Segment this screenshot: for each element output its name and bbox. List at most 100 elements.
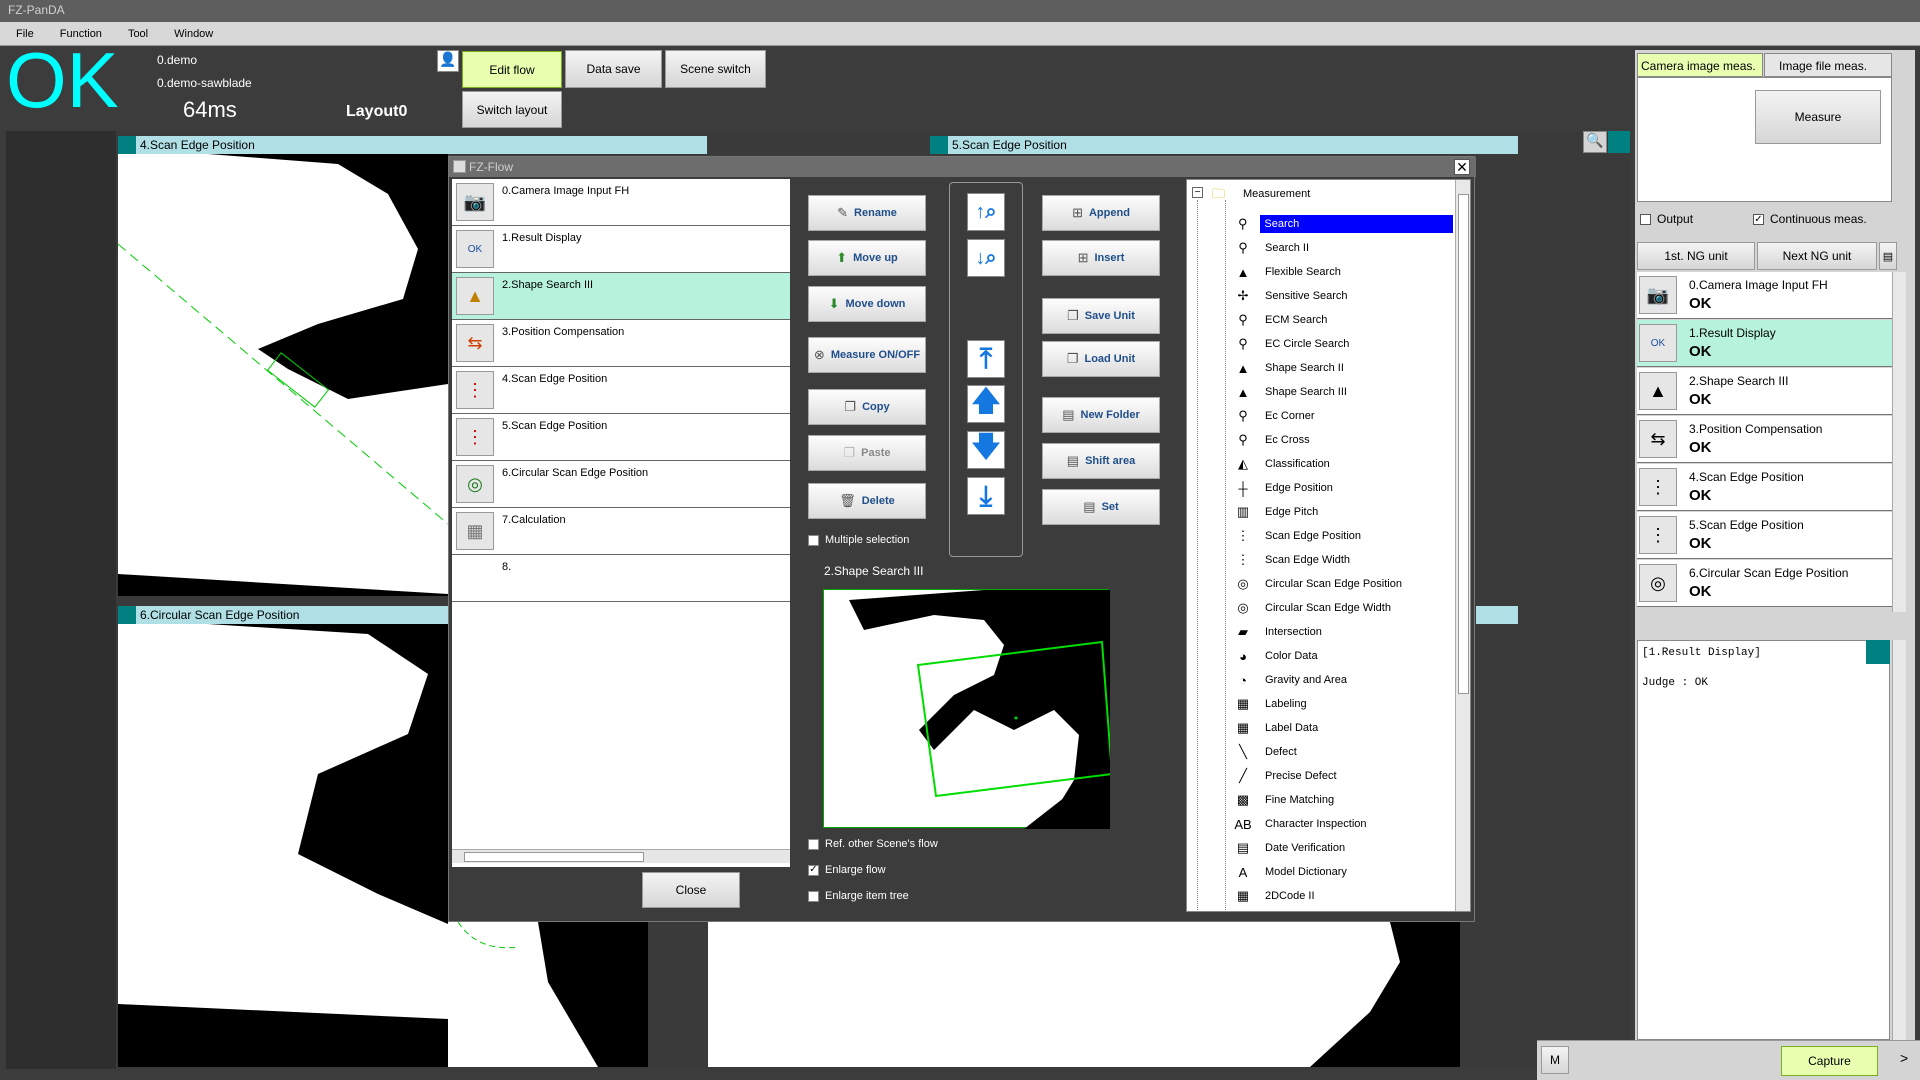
checkbox-box[interactable] [808,838,819,850]
tree-item[interactable]: ▲ Shape Search III [1233,381,1453,403]
tree-item[interactable]: ◎ Circular Scan Edge Position [1233,573,1453,595]
flow-item[interactable]: ⇆ 3.Position Compensation [452,320,790,367]
copy-button[interactable]: ❐ Copy [808,389,926,425]
edit-flow-button[interactable]: Edit flow [462,51,562,88]
detail-scrollbar[interactable] [1892,640,1906,1040]
arrow-down-icon[interactable]: 🡇 [967,431,1005,469]
unit-result-row[interactable]: OK 1.Result Display OK [1637,320,1892,367]
measure-button[interactable]: Measure [1755,90,1881,144]
next-ng-button[interactable]: Next NG unit [1757,242,1877,270]
checkbox-box[interactable] [808,534,819,546]
flow-item[interactable]: 📷 0.Camera Image Input FH [452,179,790,226]
new-folder-button[interactable]: ▤ New Folder [1042,397,1160,433]
switch-layout-button[interactable]: Switch layout [462,91,562,128]
tree-item[interactable]: ▩ Fine Matching [1233,789,1453,811]
tree-item[interactable]: ✢ Sensitive Search [1233,285,1453,307]
tree-item[interactable]: ◎ Circular Scan Edge Width [1233,597,1453,619]
output-checkbox[interactable]: Output [1640,212,1693,226]
tree-item[interactable]: ▲ Flexible Search [1233,261,1453,283]
flow-item[interactable]: OK 1.Result Display [452,226,790,273]
tree-item[interactable]: ⚲ Search II [1233,237,1453,259]
unit-result-row[interactable]: ⋮ 5.Scan Edge Position OK [1637,512,1892,559]
flow-list[interactable]: 📷 0.Camera Image Input FH OK 1.Result Disp… [452,179,790,867]
tree-item[interactable]: ▲ Shape Search II [1233,357,1453,379]
unit-result-row[interactable]: ◎ 6.Circular Scan Edge Position OK [1637,560,1892,607]
unit-result-row[interactable]: ▲ 2.Shape Search III OK [1637,368,1892,415]
tab-file-measure[interactable]: Image file meas. [1764,53,1892,77]
image-panel-scan-edge-4[interactable] [118,154,448,596]
tree-scrollbar[interactable] [1455,180,1470,911]
tree-item[interactable]: ╲ Defect [1233,741,1453,763]
arrow-up-icon[interactable]: 🡅 [967,385,1005,423]
append-button[interactable]: ⊞ Append [1042,195,1160,231]
flow-item[interactable]: ▦ 7.Calculation [452,508,790,555]
tree-item[interactable]: ▦ Label Data [1233,717,1453,739]
checkbox-box[interactable] [808,890,819,902]
tab-camera-measure[interactable]: Camera image meas. [1637,53,1763,77]
move-top-icon[interactable]: ⤒ [967,340,1005,378]
menu-tool[interactable]: Tool [112,22,158,40]
set-button[interactable]: ▤ Set [1042,489,1160,525]
tree-item[interactable]: ⋮ Scan Edge Width [1233,549,1453,571]
checkbox-box-checked[interactable]: ✓ [1753,213,1764,225]
m-button[interactable]: M [1541,1046,1569,1074]
tree-item[interactable]: AB Character Inspection [1233,813,1453,835]
flow-item[interactable]: ⋮ 4.Scan Edge Position [452,367,790,414]
preview-image[interactable] [823,589,1114,829]
tree-item[interactable]: ⚲ Ec Cross [1233,429,1453,451]
delete-button[interactable]: 🗑 Delete [808,483,926,519]
tree-item[interactable]: ▤ Date Verification [1233,837,1453,859]
image-panel-circular-scan[interactable] [118,624,448,1067]
tree-item[interactable]: ▦ Labeling [1233,693,1453,715]
move-bottom-icon[interactable]: ⤓ [967,477,1005,515]
paste-button[interactable]: ❐ Paste [808,435,926,471]
collapse-icon[interactable]: − [1192,187,1203,198]
tree-item[interactable]: ⚲ ECM Search [1233,309,1453,331]
tree-item[interactable]: ⋮ Scan Edge Position [1233,525,1453,547]
save-unit-button[interactable]: ❐ Save Unit [1042,298,1160,334]
shift-area-button[interactable]: ▤ Shift area [1042,443,1160,479]
flow-item-empty[interactable]: 8. [452,555,790,602]
checkbox-box[interactable] [1640,213,1651,225]
tree-item[interactable]: ⚲ Ec Corner [1233,405,1453,427]
flow-item[interactable]: ◎ 6.Circular Scan Edge Position [452,461,790,508]
tree-item[interactable]: ▥ Edge Pitch [1233,501,1453,523]
tree-item[interactable]: ◕ Color Data [1233,645,1453,667]
unit-list-scrollbar[interactable] [1892,272,1906,612]
continuous-measure-checkbox[interactable]: ✓ Continuous meas. [1753,212,1867,226]
multiple-selection-checkbox[interactable]: Multiple selection [808,534,909,546]
tree-item[interactable]: ▦ 2DCode II [1233,885,1453,907]
tree-item[interactable]: ╱ Precise Defect [1233,765,1453,787]
checkbox-box-checked[interactable]: ✓ [808,864,819,876]
move-up-search-icon[interactable]: ↑⌕ [967,193,1005,231]
tree-item[interactable]: ◔ Gravity and Area [1233,669,1453,691]
settings-icon[interactable]: ▤ [1879,242,1897,270]
tree-item[interactable]: ⚲ Search [1233,213,1453,235]
move-up-button[interactable]: ⬆ Move up [808,240,926,276]
unit-result-row[interactable]: 📷 0.Camera Image Input FH OK [1637,272,1892,319]
user-icon[interactable]: 👤 [437,50,459,72]
capture-button[interactable]: Capture [1781,1046,1878,1076]
scrollbar-thumb[interactable] [464,852,644,862]
unit-result-row[interactable]: ⋮ 4.Scan Edge Position OK [1637,464,1892,511]
ref-other-scene-checkbox[interactable]: Ref. other Scene's flow [808,838,938,850]
image-panel-scan-edge-5[interactable] [930,922,1460,1067]
data-save-button[interactable]: Data save [565,50,662,88]
insert-button[interactable]: ⊞ Insert [1042,240,1160,276]
tree-item[interactable]: ◭ Classification [1233,453,1453,475]
close-button[interactable]: Close [642,872,740,908]
enlarge-item-tree-checkbox[interactable]: Enlarge item tree [808,890,909,902]
tree-item[interactable]: ▰ Intersection [1233,621,1453,643]
first-ng-button[interactable]: 1st. NG unit [1637,242,1755,270]
load-unit-button[interactable]: ❐ Load Unit [1042,341,1160,377]
unit-result-row[interactable]: ⇆ 3.Position Compensation OK [1637,416,1892,463]
menu-window[interactable]: Window [158,22,223,40]
expand-icon[interactable]: > [1900,1050,1908,1066]
move-down-search-icon[interactable]: ↓⌕ [967,239,1005,277]
horizontal-scrollbar[interactable] [452,849,790,863]
tree-item[interactable]: A Model Dictionary [1233,861,1453,883]
scene-switch-button[interactable]: Scene switch [665,50,766,88]
rename-button[interactable]: ✎ Rename [808,195,926,231]
item-tree[interactable]: − 🗀 Measurement ⚲ Search ⚲ Search II ▲ Flexib… [1186,179,1471,912]
zoom-icon[interactable]: 🔍 [1583,131,1607,153]
